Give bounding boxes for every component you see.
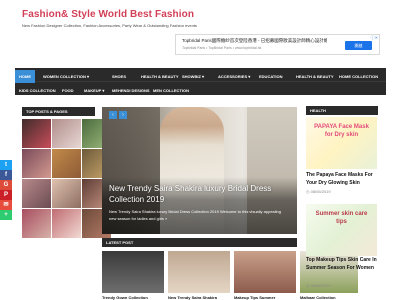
latest-post-title[interactable]: New Trendy Saira Shakira (168, 295, 230, 300)
nav-item[interactable]: MEN COLLECTION (149, 84, 193, 97)
latest-post-heading: LATEST POST (102, 238, 297, 247)
chevron-down-icon: ▾ (85, 74, 90, 79)
latest-post-title[interactable]: Trendy Gown Collection (102, 295, 164, 300)
health-post-title[interactable]: The Papaya Face Masks For Your Dry Glowi… (306, 171, 378, 187)
nav-item[interactable]: HOME COLLECTION (335, 70, 382, 83)
ad-banner[interactable]: ⓘ✕ Topbridal Paris國際婚紗首次登陸香港 - 已招募國際歐美設計… (175, 34, 380, 55)
health-post-date: ◷ 08/06/2019 (306, 189, 331, 194)
chevron-right-icon: › (122, 112, 124, 118)
ad-open-button[interactable]: 開啟 (345, 41, 372, 50)
chevron-left-icon: ‹ (112, 112, 114, 118)
facebook-icon[interactable]: f (0, 170, 12, 180)
twitter-icon[interactable]: t (0, 160, 12, 170)
chevron-down-icon: ▾ (200, 74, 205, 79)
latest-post-image[interactable] (168, 251, 230, 293)
post-thumbnail[interactable] (52, 149, 81, 178)
post-thumbnail[interactable] (22, 179, 51, 208)
health-post-date: ◷ 08/06/2019 (306, 283, 331, 288)
nav-item[interactable]: HOME (15, 70, 35, 83)
health-image-text: PAPAYA Face Mask for Dry skin (314, 124, 369, 138)
nav-item[interactable]: SHOWBIZ ▾ (178, 70, 208, 83)
nav-item[interactable]: ACCESSORIES ▾ (214, 70, 254, 83)
post-thumbnail[interactable] (52, 179, 81, 208)
featured-slider[interactable]: ‹ › New Trendy Saira Shakira luxury Brid… (102, 107, 297, 234)
site-title[interactable]: Fashion& Style World Best Fashion (22, 9, 194, 20)
nav-item[interactable]: MEHENDI DESIGNS (108, 84, 154, 97)
nav-item[interactable]: FOOD (58, 84, 78, 97)
nav-item[interactable]: MAKEUP ▾ (80, 84, 108, 97)
main-navigation: HOME WOMEN COLLECTION ▾ SHOES HEALTH & BEAU… (15, 68, 386, 95)
latest-post-title[interactable]: Makeup Tips Summer (234, 295, 296, 300)
chevron-down-icon: ▾ (101, 88, 105, 93)
page: Fashion& Style World Best Fashion New Fa… (0, 0, 400, 300)
pinterest-icon[interactable]: P (0, 190, 12, 200)
health-image-text: Summer skin care tips (315, 211, 368, 225)
slider-title[interactable]: New Trendy Saira Shakira luxury Bridal D… (109, 183, 297, 205)
nav-item[interactable]: HEALTH & BEAUTY (292, 70, 337, 83)
health-post-title[interactable]: Top Makeup Tips Skin Care In Summer Seas… (306, 256, 378, 272)
ad-url: Topbridal Paris • TopBridal Paris • www.… (182, 46, 262, 50)
latest-post-image[interactable] (234, 251, 296, 293)
email-icon[interactable]: ✉ (0, 200, 12, 210)
post-thumbnail[interactable] (22, 119, 51, 148)
nav-item[interactable]: EDUCATION (255, 70, 286, 83)
post-thumbnail[interactable] (52, 119, 81, 148)
google-plus-icon[interactable]: G (0, 180, 12, 190)
nav-item[interactable]: HEALTH & BEAUTY (137, 70, 182, 83)
health-post-image[interactable]: Summer skin care tips (306, 204, 377, 256)
sidebar-heading: TOP POSTS & PAGES (22, 107, 95, 116)
date-text: 08/06/2019 (310, 189, 331, 194)
nav-item[interactable]: KIDS COLLECTION (15, 84, 60, 97)
chevron-down-icon: ▾ (247, 74, 251, 79)
slider-excerpt: New Trendy Saira Shakira luxury Bridal D… (109, 209, 282, 221)
post-thumbnail[interactable] (22, 149, 51, 178)
slider-next-button[interactable]: › (119, 111, 127, 119)
health-heading: HEALTH (306, 106, 378, 115)
ad-title[interactable]: Topbridal Paris國際婚紗首次登陸香港 - 已招募國際歐美設計師精心… (182, 38, 327, 44)
post-thumbnail[interactable] (22, 209, 51, 238)
site-description: New Fashion Designer Collection, Fashion… (22, 23, 197, 28)
share-icon[interactable]: + (0, 210, 12, 220)
date-text: 08/06/2019 (310, 283, 331, 288)
latest-post-image[interactable] (102, 251, 164, 293)
nav-item[interactable]: WOMEN COLLECTION ▾ (39, 70, 93, 83)
latest-post-title[interactable]: Malhaar Collection (300, 295, 358, 300)
post-thumbnail[interactable] (52, 209, 81, 238)
nav-item[interactable]: SHOES (108, 70, 130, 83)
ad-info-icon[interactable]: ⓘ✕ (371, 35, 378, 40)
slider-prev-button[interactable]: ‹ (109, 111, 117, 119)
health-post-image[interactable]: PAPAYA Face Mask for Dry skin (306, 117, 377, 169)
